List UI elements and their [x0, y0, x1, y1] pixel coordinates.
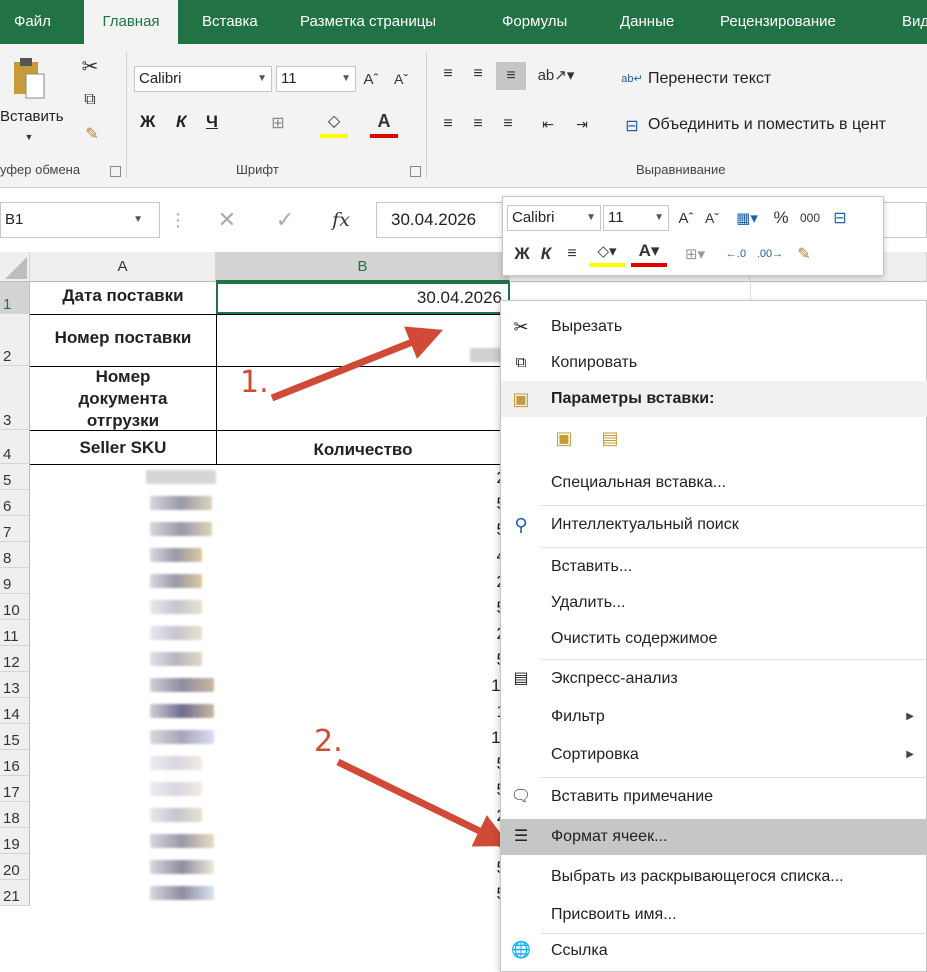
menu-separator: [541, 505, 927, 506]
menu-item-label: Экспресс-анализ: [551, 670, 678, 687]
menu-item-sort[interactable]: Сортировка ▶: [501, 737, 927, 773]
align-center-icon[interactable]: ≡: [561, 241, 583, 267]
arrow-step-1: [270, 326, 444, 402]
chevron-down-icon: ▼: [654, 212, 664, 223]
menu-item-label: Очистить содержимое: [551, 630, 718, 647]
link-icon: 🌐: [511, 942, 531, 959]
decrease-font-icon[interactable]: Aˇ: [701, 205, 723, 231]
menu-item-insert-comment[interactable]: 🗨 Вставить примечание: [501, 779, 927, 815]
menu-item-label: Присвоить имя...: [551, 906, 677, 923]
comma-style-button[interactable]: 000: [795, 205, 825, 231]
menu-item-label: Вставить...: [551, 558, 633, 575]
format-cells-icon: ☰: [513, 828, 529, 845]
menu-item-label: Формат ячеек...: [551, 828, 668, 845]
copy-icon: ⧉: [515, 354, 527, 371]
menu-item-label: Удалить...: [551, 594, 626, 611]
step-1-label: 1.: [240, 365, 269, 400]
step-2-label: 2.: [314, 724, 343, 759]
increase-font-icon[interactable]: Aˆ: [675, 205, 697, 231]
menu-item-label: Выбрать из раскрывающегося списка...: [551, 868, 844, 885]
decrease-decimal-icon[interactable]: .00→: [755, 241, 785, 267]
mini-bold-button[interactable]: Ж: [513, 241, 531, 267]
menu-item-define-name[interactable]: Присвоить имя...: [501, 897, 927, 933]
increase-decimal-icon[interactable]: ←.0: [721, 241, 751, 267]
menu-item-delete[interactable]: Удалить...: [501, 585, 927, 621]
comment-icon: 🗨: [510, 788, 532, 805]
mini-font-size-combo[interactable]: 11 ▼: [603, 205, 669, 231]
percent-style-button[interactable]: %: [769, 205, 793, 231]
menu-item-format-cells[interactable]: ☰ Формат ячеек...: [501, 819, 927, 855]
menu-item-label: Ссылка: [551, 942, 608, 959]
fill-color-icon[interactable]: ◇▾: [589, 239, 625, 267]
mini-font-name-value: Calibri: [512, 209, 555, 226]
scissors-icon: ✂: [513, 317, 529, 337]
menu-item-insert[interactable]: Вставить...: [501, 549, 927, 585]
submenu-arrow-icon: ▶: [906, 749, 914, 760]
format-painter-icon[interactable]: ✎: [791, 241, 817, 267]
menu-item-quick-analysis[interactable]: ▤ Экспресс-анализ: [501, 661, 927, 697]
menu-separator: [541, 777, 927, 778]
menu-item-label: Интеллектуальный поиск: [551, 516, 739, 533]
menu-item-label: Сортировка: [551, 746, 639, 763]
menu-separator: [541, 659, 927, 660]
menu-item-label: Фильтр: [551, 708, 605, 725]
menu-item-paste-special[interactable]: Специальная вставка...: [501, 465, 927, 501]
menu-item-cut[interactable]: ✂ Вырезать: [501, 309, 927, 345]
menu-item-link[interactable]: 🌐 Ссылка: [501, 933, 927, 969]
quick-analysis-icon: ▤: [513, 670, 529, 687]
clipboard-icon: ▣: [512, 389, 530, 409]
paste-icon[interactable]: ▣: [551, 423, 577, 453]
merge-icon[interactable]: ⊟: [827, 205, 853, 231]
menu-separator: [541, 547, 927, 548]
menu-item-clear-contents[interactable]: Очистить содержимое: [501, 621, 927, 657]
mini-toolbar: Calibri ▼ 11 ▼ Aˆ Aˇ ▦▾ % 000 ⊟ Ж К ≡ ◇▾ A…: [502, 196, 884, 276]
number-format-icon[interactable]: ▦▾: [729, 205, 765, 231]
menu-item-smart-lookup[interactable]: ⚲ Интеллектуальный поиск: [501, 507, 927, 543]
menu-item-label: Вырезать: [551, 318, 623, 335]
font-color-icon[interactable]: A▾: [631, 239, 667, 267]
mini-font-name-combo[interactable]: Calibri ▼: [507, 205, 601, 231]
menu-section-label: Параметры вставки:: [551, 390, 715, 407]
menu-item-filter[interactable]: Фильтр ▶: [501, 699, 927, 735]
arrow-step-2: [336, 758, 511, 847]
menu-item-label: Специальная вставка...: [551, 474, 727, 491]
menu-item-label: Вставить примечание: [551, 788, 714, 805]
chevron-down-icon: ▼: [586, 212, 596, 223]
menu-section-paste-options: ▣ Параметры вставки:: [501, 381, 927, 417]
paste-values-icon[interactable]: ▤: [597, 423, 623, 453]
borders-icon[interactable]: ⊞▾: [675, 241, 715, 267]
menu-item-label: Копировать: [551, 354, 638, 371]
mini-italic-button[interactable]: К: [537, 241, 555, 267]
menu-item-pick-from-list[interactable]: Выбрать из раскрывающегося списка...: [501, 859, 927, 895]
mini-font-size-value: 11: [608, 209, 624, 226]
context-menu: ✂ Вырезать ⧉ Копировать ▣ Параметры вставки…: [500, 300, 927, 972]
menu-item-copy[interactable]: ⧉ Копировать: [501, 345, 927, 381]
smart-lookup-icon: ⚲: [514, 515, 528, 535]
submenu-arrow-icon: ▶: [906, 711, 914, 722]
